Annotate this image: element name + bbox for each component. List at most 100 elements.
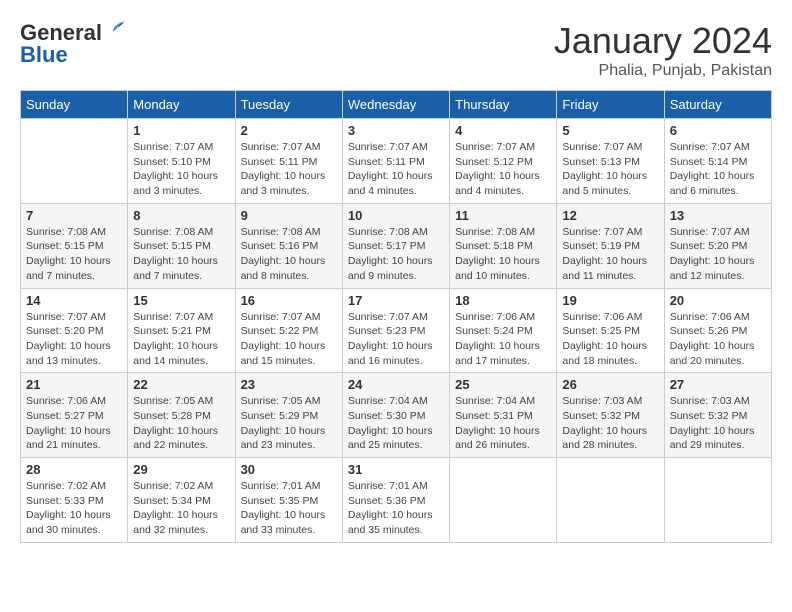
daylight-text: Daylight: 10 hours and 6 minutes. <box>670 170 755 197</box>
sunrise-text: Sunrise: 7:08 AM <box>348 226 428 238</box>
daylight-text: Daylight: 10 hours and 5 minutes. <box>562 170 647 197</box>
daylight-text: Daylight: 10 hours and 18 minutes. <box>562 340 647 367</box>
day-number: 24 <box>348 377 444 392</box>
sunset-text: Sunset: 5:35 PM <box>241 495 319 507</box>
day-info: Sunrise: 7:08 AM Sunset: 5:15 PM Dayligh… <box>26 225 122 284</box>
sunrise-text: Sunrise: 7:04 AM <box>455 395 535 407</box>
day-info: Sunrise: 7:06 AM Sunset: 5:25 PM Dayligh… <box>562 310 658 369</box>
sunset-text: Sunset: 5:22 PM <box>241 325 319 337</box>
calendar-cell: 15 Sunrise: 7:07 AM Sunset: 5:21 PM Dayl… <box>128 288 235 373</box>
calendar-cell: 14 Sunrise: 7:07 AM Sunset: 5:20 PM Dayl… <box>21 288 128 373</box>
day-info: Sunrise: 7:07 AM Sunset: 5:11 PM Dayligh… <box>348 140 444 199</box>
sunrise-text: Sunrise: 7:02 AM <box>26 480 106 492</box>
calendar-cell: 7 Sunrise: 7:08 AM Sunset: 5:15 PM Dayli… <box>21 203 128 288</box>
col-saturday: Saturday <box>664 91 771 119</box>
sunset-text: Sunset: 5:26 PM <box>670 325 748 337</box>
sunrise-text: Sunrise: 7:08 AM <box>241 226 321 238</box>
sunrise-text: Sunrise: 7:02 AM <box>133 480 213 492</box>
month-year-title: January 2024 <box>554 20 772 62</box>
sunset-text: Sunset: 5:13 PM <box>562 156 640 168</box>
sunrise-text: Sunrise: 7:08 AM <box>133 226 213 238</box>
col-sunday: Sunday <box>21 91 128 119</box>
day-info: Sunrise: 7:06 AM Sunset: 5:27 PM Dayligh… <box>26 394 122 453</box>
calendar-cell: 27 Sunrise: 7:03 AM Sunset: 5:32 PM Dayl… <box>664 373 771 458</box>
day-number: 18 <box>455 293 551 308</box>
sunrise-text: Sunrise: 7:07 AM <box>670 141 750 153</box>
calendar-cell: 22 Sunrise: 7:05 AM Sunset: 5:28 PM Dayl… <box>128 373 235 458</box>
day-info: Sunrise: 7:02 AM Sunset: 5:33 PM Dayligh… <box>26 479 122 538</box>
col-friday: Friday <box>557 91 664 119</box>
sunset-text: Sunset: 5:23 PM <box>348 325 426 337</box>
calendar-cell <box>664 458 771 543</box>
sunrise-text: Sunrise: 7:07 AM <box>348 141 428 153</box>
calendar-cell <box>557 458 664 543</box>
day-info: Sunrise: 7:07 AM Sunset: 5:13 PM Dayligh… <box>562 140 658 199</box>
column-headers-row: Sunday Monday Tuesday Wednesday Thursday… <box>21 91 772 119</box>
sunset-text: Sunset: 5:15 PM <box>133 240 211 252</box>
sunset-text: Sunset: 5:21 PM <box>133 325 211 337</box>
week-row-1: 1 Sunrise: 7:07 AM Sunset: 5:10 PM Dayli… <box>21 119 772 204</box>
sunset-text: Sunset: 5:17 PM <box>348 240 426 252</box>
day-number: 16 <box>241 293 337 308</box>
daylight-text: Daylight: 10 hours and 29 minutes. <box>670 425 755 452</box>
daylight-text: Daylight: 10 hours and 26 minutes. <box>455 425 540 452</box>
day-info: Sunrise: 7:05 AM Sunset: 5:28 PM Dayligh… <box>133 394 229 453</box>
sunset-text: Sunset: 5:25 PM <box>562 325 640 337</box>
day-info: Sunrise: 7:02 AM Sunset: 5:34 PM Dayligh… <box>133 479 229 538</box>
daylight-text: Daylight: 10 hours and 33 minutes. <box>241 509 326 536</box>
daylight-text: Daylight: 10 hours and 25 minutes. <box>348 425 433 452</box>
calendar-cell: 20 Sunrise: 7:06 AM Sunset: 5:26 PM Dayl… <box>664 288 771 373</box>
day-info: Sunrise: 7:08 AM Sunset: 5:15 PM Dayligh… <box>133 225 229 284</box>
calendar-cell: 4 Sunrise: 7:07 AM Sunset: 5:12 PM Dayli… <box>450 119 557 204</box>
day-info: Sunrise: 7:07 AM Sunset: 5:10 PM Dayligh… <box>133 140 229 199</box>
calendar-cell: 31 Sunrise: 7:01 AM Sunset: 5:36 PM Dayl… <box>342 458 449 543</box>
sunset-text: Sunset: 5:11 PM <box>348 156 425 168</box>
calendar-cell: 18 Sunrise: 7:06 AM Sunset: 5:24 PM Dayl… <box>450 288 557 373</box>
daylight-text: Daylight: 10 hours and 7 minutes. <box>26 255 111 282</box>
day-number: 7 <box>26 208 122 223</box>
sunset-text: Sunset: 5:29 PM <box>241 410 319 422</box>
sunset-text: Sunset: 5:32 PM <box>562 410 640 422</box>
sunrise-text: Sunrise: 7:01 AM <box>241 480 321 492</box>
day-info: Sunrise: 7:03 AM Sunset: 5:32 PM Dayligh… <box>670 394 766 453</box>
day-info: Sunrise: 7:01 AM Sunset: 5:35 PM Dayligh… <box>241 479 337 538</box>
sunset-text: Sunset: 5:10 PM <box>133 156 211 168</box>
day-info: Sunrise: 7:04 AM Sunset: 5:30 PM Dayligh… <box>348 394 444 453</box>
logo-bird-icon <box>104 20 126 42</box>
daylight-text: Daylight: 10 hours and 14 minutes. <box>133 340 218 367</box>
week-row-3: 14 Sunrise: 7:07 AM Sunset: 5:20 PM Dayl… <box>21 288 772 373</box>
day-info: Sunrise: 7:07 AM Sunset: 5:21 PM Dayligh… <box>133 310 229 369</box>
day-number: 13 <box>670 208 766 223</box>
daylight-text: Daylight: 10 hours and 21 minutes. <box>26 425 111 452</box>
daylight-text: Daylight: 10 hours and 4 minutes. <box>348 170 433 197</box>
day-number: 14 <box>26 293 122 308</box>
calendar-cell: 10 Sunrise: 7:08 AM Sunset: 5:17 PM Dayl… <box>342 203 449 288</box>
sunrise-text: Sunrise: 7:03 AM <box>562 395 642 407</box>
sunset-text: Sunset: 5:11 PM <box>241 156 318 168</box>
sunrise-text: Sunrise: 7:01 AM <box>348 480 428 492</box>
sunset-text: Sunset: 5:20 PM <box>670 240 748 252</box>
day-number: 15 <box>133 293 229 308</box>
day-number: 30 <box>241 462 337 477</box>
col-monday: Monday <box>128 91 235 119</box>
calendar-cell: 17 Sunrise: 7:07 AM Sunset: 5:23 PM Dayl… <box>342 288 449 373</box>
day-info: Sunrise: 7:08 AM Sunset: 5:17 PM Dayligh… <box>348 225 444 284</box>
calendar-cell: 11 Sunrise: 7:08 AM Sunset: 5:18 PM Dayl… <box>450 203 557 288</box>
day-number: 3 <box>348 123 444 138</box>
day-info: Sunrise: 7:08 AM Sunset: 5:16 PM Dayligh… <box>241 225 337 284</box>
daylight-text: Daylight: 10 hours and 35 minutes. <box>348 509 433 536</box>
day-number: 8 <box>133 208 229 223</box>
day-info: Sunrise: 7:06 AM Sunset: 5:24 PM Dayligh… <box>455 310 551 369</box>
sunrise-text: Sunrise: 7:08 AM <box>455 226 535 238</box>
sunset-text: Sunset: 5:31 PM <box>455 410 533 422</box>
sunset-text: Sunset: 5:19 PM <box>562 240 640 252</box>
sunrise-text: Sunrise: 7:07 AM <box>133 311 213 323</box>
sunrise-text: Sunrise: 7:07 AM <box>133 141 213 153</box>
sunrise-text: Sunrise: 7:07 AM <box>455 141 535 153</box>
daylight-text: Daylight: 10 hours and 11 minutes. <box>562 255 647 282</box>
page-header: General Blue January 2024 Phalia, Punjab… <box>20 20 772 80</box>
daylight-text: Daylight: 10 hours and 4 minutes. <box>455 170 540 197</box>
calendar-cell: 13 Sunrise: 7:07 AM Sunset: 5:20 PM Dayl… <box>664 203 771 288</box>
week-row-5: 28 Sunrise: 7:02 AM Sunset: 5:33 PM Dayl… <box>21 458 772 543</box>
day-info: Sunrise: 7:07 AM Sunset: 5:23 PM Dayligh… <box>348 310 444 369</box>
